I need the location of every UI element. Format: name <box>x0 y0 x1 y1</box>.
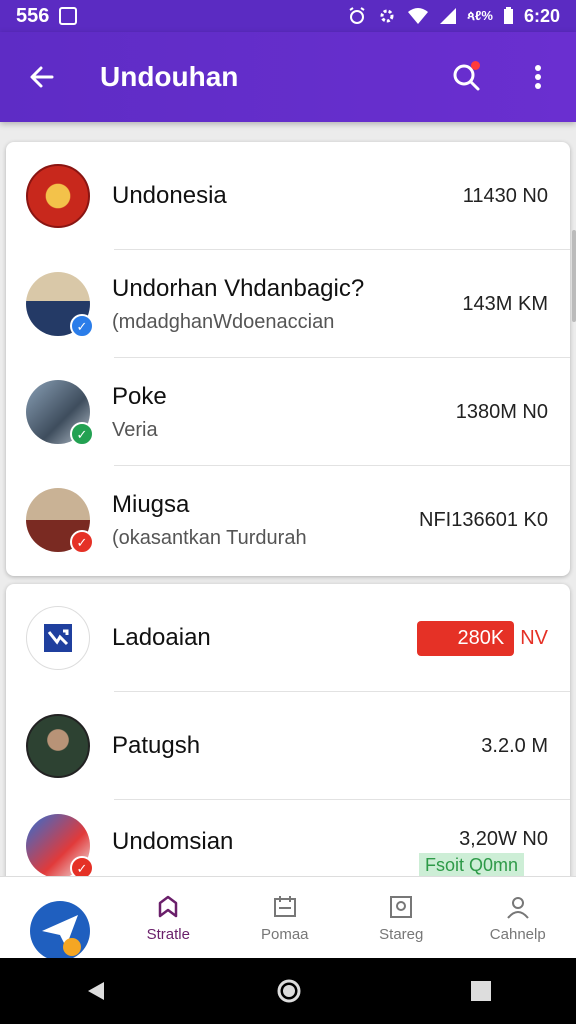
back-triangle-icon[interactable] <box>84 979 108 1003</box>
highlight-value-badge: 280K <box>417 620 515 656</box>
avatar: ✓ <box>26 380 94 446</box>
check-badge-icon: ✓ <box>70 530 94 554</box>
nav-item-pomaa[interactable]: Pomaa <box>227 877 344 959</box>
notification-icon <box>59 7 78 25</box>
item-value: 3.2.0 M <box>481 734 548 757</box>
item-value: 143M KM <box>462 292 548 315</box>
nav-item-stratle[interactable]: Stratle <box>110 877 227 959</box>
bottom-navigation: Stratle Pomaa Stareg Cahnelp <box>0 876 576 961</box>
avatar <box>26 714 90 778</box>
settings-icon <box>380 9 394 23</box>
calendar-icon <box>273 895 296 917</box>
item-unit: NV <box>520 626 548 649</box>
bookmark-icon <box>159 895 178 917</box>
item-name: Undomsian <box>112 828 234 855</box>
list-item[interactable]: ✓ Undorhan Vhdanbagic? (mdadghanWdoenacc… <box>6 250 570 358</box>
item-subtitle: Veria <box>112 418 158 441</box>
avatar: ✓ <box>26 488 94 554</box>
arrow-left-icon <box>30 66 54 88</box>
item-name: Patugsh <box>112 732 201 759</box>
clock: 6:20 <box>523 5 560 26</box>
item-name: Poke <box>112 382 167 410</box>
item-name: Miugsa <box>112 490 190 518</box>
scrollbar[interactable] <box>572 230 576 322</box>
nav-item-cahnelp[interactable]: Cahnelp <box>460 877 576 959</box>
person-icon <box>506 896 529 919</box>
more-vert-icon <box>535 65 541 89</box>
item-value: 1380M N0 <box>455 400 548 423</box>
nav-label: Pomaa <box>260 925 309 943</box>
list-item[interactable]: Ladoaian 280K NV <box>6 584 570 692</box>
page-title: Undouhan <box>100 61 239 92</box>
app-logo-icon <box>44 624 72 652</box>
status-tag: Fsoit Q0mn <box>418 853 524 878</box>
plane-icon <box>42 915 81 956</box>
recents-square-icon[interactable] <box>470 980 492 1002</box>
nav-label: Stareg <box>379 925 424 943</box>
avatar: ✓ <box>26 272 94 338</box>
nav-item-stareg[interactable]: Stareg <box>343 877 460 959</box>
wifi-icon <box>408 8 429 24</box>
app-avatar: ✓ <box>26 814 94 880</box>
nav-label: Stratle <box>146 925 190 943</box>
item-value: NFI136601 K0 <box>419 508 548 531</box>
verified-badge-icon: ✓ <box>70 314 94 338</box>
signal-text: ጳℓ% <box>467 8 493 23</box>
item-value: 11430 N0 <box>462 184 548 207</box>
app-bar: Undouhan <box>0 32 576 122</box>
frame-icon <box>390 895 413 918</box>
search-button[interactable] <box>446 57 486 97</box>
alarm-icon <box>349 7 365 24</box>
more-options-button[interactable] <box>518 57 558 97</box>
notification-dot <box>471 61 480 70</box>
app-logo-avatar <box>26 606 90 670</box>
top-list-card: Undonesia 11430 N0 ✓ Undorhan Vhdanbagic… <box>6 142 570 576</box>
system-navigation-bar <box>0 958 576 1024</box>
list-item[interactable]: ✓ Miugsa (okasantkan Turdurah NFI136601 … <box>6 466 570 574</box>
item-name: Undorhan Vhdanbagic? <box>112 274 365 302</box>
list-item[interactable]: Patugsh 3.2.0 M <box>6 692 570 800</box>
status-bar: 556 ጳℓ% 6:20 <box>0 0 576 32</box>
item-subtitle: (okasantkan Turdurah <box>112 526 307 549</box>
list-item[interactable]: ✓ Poke Veria 1380M N0 <box>6 358 570 466</box>
list-item[interactable]: ✓ Undomsian 3,20W N0 Fsoit Q0mn <box>6 800 570 884</box>
list-item[interactable]: Undonesia 11430 N0 <box>6 142 570 250</box>
battery-icon <box>503 7 513 24</box>
emblem-avatar <box>26 164 90 228</box>
status-left-text: 556 <box>16 4 50 27</box>
check-badge-icon: ✓ <box>70 422 94 446</box>
item-value: 3,20W N0 <box>459 828 548 850</box>
item-name: Ladoaian <box>112 624 211 651</box>
item-subtitle: (mdadghanWdoenaccian <box>112 310 335 333</box>
home-circle-icon[interactable] <box>276 978 302 1004</box>
bottom-list-card: Ladoaian 280K NV Patugsh 3.2.0 M ✓ Undom… <box>6 584 570 884</box>
item-name: Undonesia <box>112 182 227 209</box>
back-button[interactable] <box>22 57 62 97</box>
floating-action-button[interactable] <box>30 901 90 961</box>
nav-label: Cahnelp <box>489 925 546 943</box>
signal-icon <box>440 8 457 24</box>
